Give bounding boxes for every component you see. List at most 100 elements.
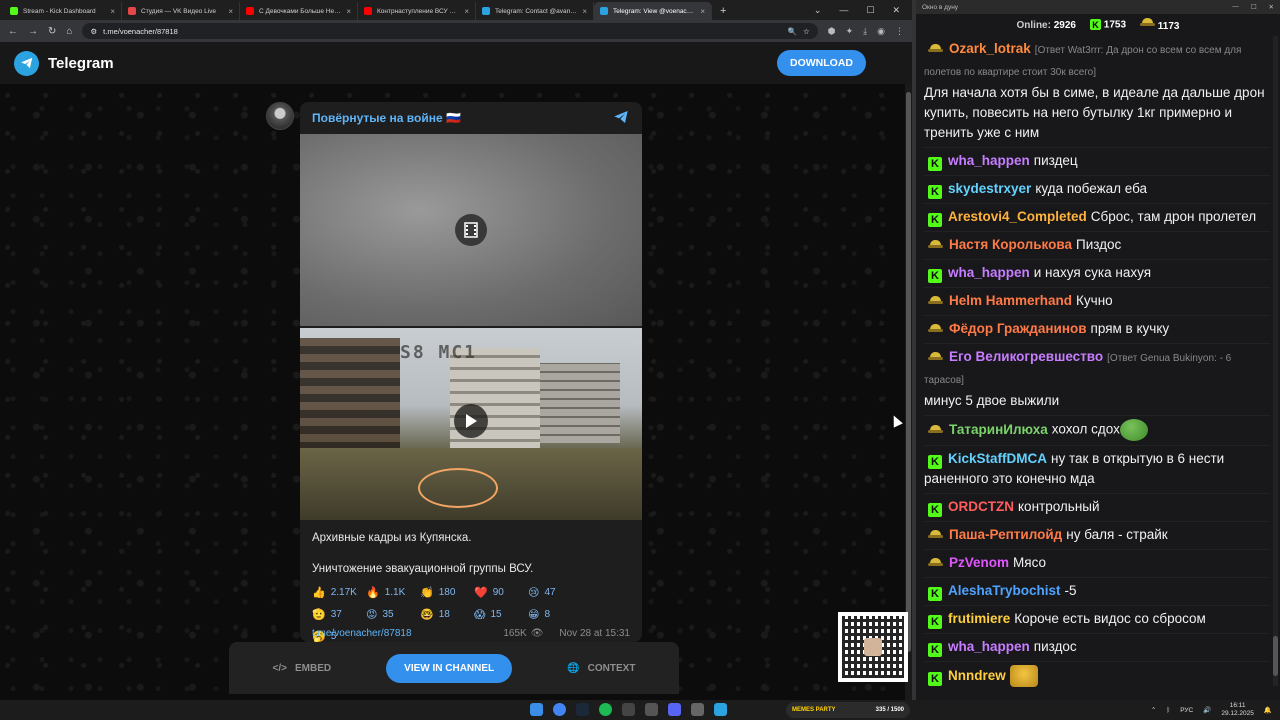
reaction-count: 8 xyxy=(544,609,551,620)
tab-close-icon[interactable]: × xyxy=(346,7,351,16)
minimize-icon[interactable]: — xyxy=(839,5,848,16)
reload-icon[interactable]: ↻ xyxy=(48,26,56,37)
context-button[interactable]: 🌐 CONTEXT xyxy=(567,663,635,674)
embed-button[interactable]: </> EMBED xyxy=(273,663,332,674)
bluetooth-icon[interactable]: ᛒ xyxy=(1166,707,1170,714)
browser-tab[interactable]: Stream - Kick Dashboard × xyxy=(4,2,122,20)
scrollbar-thumb[interactable] xyxy=(906,92,911,652)
media-blurred-video[interactable] xyxy=(300,134,642,326)
telegram-logo-icon[interactable] xyxy=(14,50,39,76)
hat-icon xyxy=(928,352,943,363)
chat-username[interactable]: frutimiere xyxy=(948,611,1010,626)
kick-icon: K xyxy=(928,615,942,629)
menu-icon[interactable]: ⋮ xyxy=(895,26,904,37)
back-icon[interactable]: ← xyxy=(8,26,18,37)
chat-username[interactable]: wha_happen xyxy=(948,265,1030,280)
chat-username[interactable]: Nnndrew xyxy=(948,668,1006,683)
chat-username[interactable]: ORDCTZN xyxy=(948,499,1014,514)
notification-icon[interactable]: 🔔 xyxy=(1264,706,1272,714)
address-bar[interactable]: ⚙ t.me/voenacher/87818 🔍 ☆ xyxy=(82,23,818,39)
chat-username[interactable]: Ozark_lotrak xyxy=(949,41,1031,56)
reaction-chip[interactable]: ❤️ 90 xyxy=(474,584,528,601)
chat-username[interactable]: Arestovi4_Completed xyxy=(948,209,1087,224)
puzzle-icon[interactable]: ✦ xyxy=(846,26,854,37)
volume-icon[interactable]: 🔊 xyxy=(1203,706,1211,714)
chat-username[interactable]: Фёдор Гражданинов xyxy=(949,321,1087,336)
post-link[interactable]: t.me/voenacher/87818 xyxy=(312,628,412,639)
chat-username[interactable]: skydestrxyer xyxy=(948,181,1031,196)
close-icon[interactable]: ✕ xyxy=(1269,3,1274,11)
spotify-icon[interactable] xyxy=(599,703,612,716)
chat-username[interactable]: ТатаринИлюха xyxy=(949,422,1048,437)
channel-name[interactable]: Повёрнутые на войне 🇷🇺 xyxy=(312,111,461,125)
discord-icon[interactable] xyxy=(668,703,681,716)
browser-tab[interactable]: Студия — VK Видео Live × xyxy=(122,2,240,20)
reaction-chip[interactable]: 👍 2.17K xyxy=(312,584,366,601)
telegram-plane-icon[interactable] xyxy=(612,109,630,128)
chevron-down-icon[interactable]: ⌄ xyxy=(814,5,822,16)
chat-scroll-thumb[interactable] xyxy=(1273,636,1278,676)
media-drone-video[interactable]: S8 MC1 xyxy=(300,328,642,520)
chat-username[interactable]: Его Великогревшество xyxy=(949,349,1103,364)
play-icon[interactable] xyxy=(454,404,488,438)
obs-icon[interactable] xyxy=(622,703,635,716)
maximize-icon[interactable]: ☐ xyxy=(866,5,874,16)
reaction-chip[interactable]: 😱 15 xyxy=(474,606,528,623)
browser-tab[interactable]: Контрнаступление ВСУ в Купя… × xyxy=(358,2,476,20)
memes-party-label: MEMES PARTY xyxy=(792,707,836,713)
steam-icon[interactable] xyxy=(576,703,589,716)
app-icon[interactable] xyxy=(645,703,658,716)
reaction-chip[interactable]: 😢 47 xyxy=(528,584,582,601)
reaction-chip[interactable]: 😡 35 xyxy=(366,606,420,623)
reaction-chip[interactable]: 😁 8 xyxy=(528,606,582,623)
chat-username[interactable]: Helm Hammerhand xyxy=(949,293,1072,308)
tab-close-icon[interactable]: × xyxy=(110,7,115,16)
view-in-channel-button[interactable]: VIEW IN CHANNEL xyxy=(386,653,513,683)
chrome-icon[interactable] xyxy=(553,703,566,716)
chat-text: минус 5 двое выжили xyxy=(924,393,1060,408)
chat-username[interactable]: PzVenom xyxy=(949,555,1009,570)
maximize-icon[interactable]: ☐ xyxy=(1251,3,1257,11)
window-controls: ⌄ — ☐ ✕ xyxy=(802,5,912,20)
tab-close-icon[interactable]: × xyxy=(700,7,705,16)
browser-tab[interactable]: С Девочками Больше Не Хочу × xyxy=(240,2,358,20)
app-icon[interactable] xyxy=(691,703,704,716)
channel-avatar[interactable] xyxy=(266,102,294,130)
download-icon[interactable]: ⤓ xyxy=(863,26,867,37)
chat-username[interactable]: wha_happen xyxy=(948,639,1030,654)
reaction-chip[interactable]: 🔥 1.1K xyxy=(366,584,420,601)
forward-icon[interactable]: → xyxy=(28,26,38,37)
new-tab-button[interactable]: + xyxy=(712,5,734,20)
tab-close-icon[interactable]: × xyxy=(582,7,587,16)
chevron-up-icon[interactable]: ⌃ xyxy=(1151,706,1156,714)
reaction-chip[interactable]: 👏 180 xyxy=(420,584,474,601)
tab-close-icon[interactable]: × xyxy=(464,7,469,16)
browser-tab[interactable]: Telegram: View @voenacher × xyxy=(594,2,712,20)
start-icon[interactable] xyxy=(530,703,543,716)
address-url: t.me/voenacher/87818 xyxy=(103,26,178,36)
minimize-icon[interactable]: — xyxy=(1232,3,1239,11)
zoom-icon[interactable]: 🔍 xyxy=(788,27,797,36)
chat-username[interactable]: KickStaffDMCA xyxy=(948,451,1047,466)
chat-message: K Nnndrew xyxy=(924,661,1270,691)
chat-username[interactable]: Паша-Рептилойд xyxy=(949,527,1062,542)
page-scrollbar[interactable] xyxy=(905,84,912,700)
extension-icon[interactable]: ⬢ xyxy=(828,26,836,37)
tab-close-icon[interactable]: × xyxy=(228,7,233,16)
chat-username[interactable]: wha_happen xyxy=(948,153,1030,168)
reaction-chip[interactable]: 🤓 18 xyxy=(420,606,474,623)
bookmark-star-icon[interactable]: ☆ xyxy=(803,27,810,36)
download-button[interactable]: DOWNLOAD xyxy=(777,50,866,76)
telegram-icon[interactable] xyxy=(714,703,727,716)
language-indicator[interactable]: РУС xyxy=(1180,707,1193,714)
clock[interactable]: 16:11 29.12.2025 xyxy=(1221,702,1254,718)
home-icon[interactable]: ⌂ xyxy=(66,26,72,37)
browser-tab[interactable]: Telegram: Contact @avantonov × xyxy=(476,2,594,20)
chat-username[interactable]: Настя Королькова xyxy=(949,237,1072,252)
chat-scrollbar[interactable] xyxy=(1273,36,1278,686)
chat-username[interactable]: AleshaTrybochist xyxy=(948,583,1061,598)
profile-icon[interactable]: ◉ xyxy=(877,26,885,37)
site-info-icon[interactable]: ⚙ xyxy=(90,27,97,36)
close-icon[interactable]: ✕ xyxy=(892,5,900,16)
reaction-chip[interactable]: 🫡 37 xyxy=(312,606,366,623)
